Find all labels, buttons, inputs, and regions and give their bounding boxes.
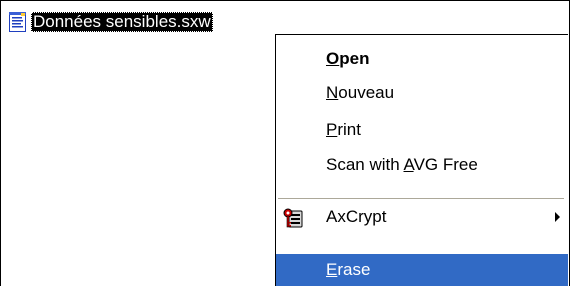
menu-item-label: Print (326, 120, 361, 139)
menu-item-label: Erase (326, 260, 371, 279)
menu-item-nouveau[interactable]: Nouveau (276, 77, 568, 109)
menu-item-erase[interactable]: Erase (276, 254, 568, 286)
screen: Données sensibles.sxw Open Nouveau Print… (0, 0, 570, 286)
menu-item-label: Nouveau (326, 83, 395, 102)
menu-item-axcrypt[interactable]: AxCrypt (276, 201, 568, 233)
context-menu: Open Nouveau Print Scan with AVG Free Ax… (275, 34, 568, 286)
writer-document-icon[interactable] (8, 11, 28, 33)
file-entry-selected[interactable]: Données sensibles.sxw (8, 11, 213, 33)
chevron-right-icon (555, 212, 560, 222)
axcrypt-icon (283, 207, 305, 229)
menu-item-open[interactable]: Open (276, 43, 568, 75)
menu-item-scan-avg[interactable]: Scan with AVG Free (276, 149, 568, 181)
menu-separator (278, 198, 564, 200)
file-name-label[interactable]: Données sensibles.sxw (31, 12, 213, 32)
menu-item-label: Scan with AVG Free (326, 155, 478, 174)
menu-item-label: Open (326, 49, 370, 68)
menu-item-print[interactable]: Print (276, 114, 568, 146)
menu-item-label: AxCrypt (326, 207, 387, 226)
